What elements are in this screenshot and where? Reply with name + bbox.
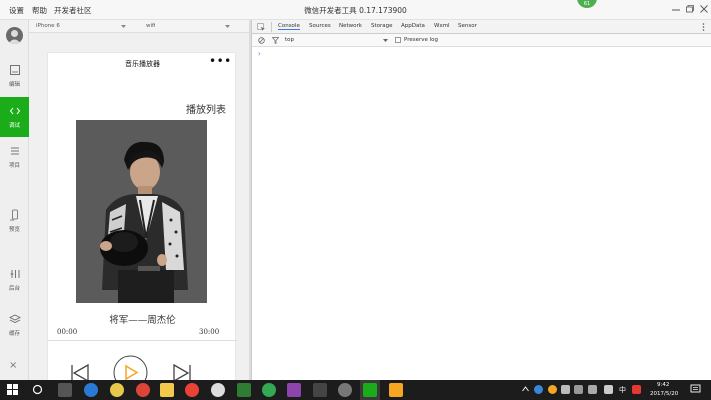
device-select[interactable]: iPhone 6 — [36, 23, 60, 29]
tab-console[interactable]: Console — [278, 23, 300, 30]
layers-icon — [8, 314, 21, 323]
chevron-down-icon — [121, 25, 126, 28]
chrome-app-icon[interactable] — [136, 383, 150, 397]
sidebar: 编辑 调试 项目 预览 后台 缓存 × — [0, 20, 29, 380]
keyboard-icon[interactable] — [604, 385, 613, 394]
sidebar-item-cache[interactable]: 缓存 — [0, 305, 29, 345]
clock-time[interactable]: 9:42 — [657, 382, 669, 388]
tray-app-icon-3[interactable] — [561, 385, 570, 394]
tray-chevron-up-icon[interactable] — [522, 386, 529, 392]
app-icon[interactable] — [287, 383, 301, 397]
tab-sources[interactable]: Sources — [309, 23, 331, 29]
music-app-icon[interactable] — [110, 383, 124, 397]
total-time: 30:00 — [199, 328, 220, 336]
ime-app-icon[interactable] — [632, 385, 641, 394]
sidebar-item-backend[interactable]: 后台 — [0, 260, 29, 300]
volume-icon[interactable] — [588, 385, 597, 394]
debug-icon — [9, 107, 20, 115]
taskview-app-icon[interactable] — [58, 383, 72, 397]
sidebar-item-label: 项目 — [8, 163, 20, 169]
current-time: 00:00 — [57, 328, 78, 336]
restore-icon[interactable] — [685, 4, 695, 14]
console-prompt[interactable]: › — [258, 50, 261, 58]
backend-icon — [10, 270, 19, 278]
device-bar: iPhone 6 wifi — [29, 20, 251, 33]
simulator-panel: iPhone 6 wifi 音乐播放器 ••• 播放列表 将军——周杰伦 00:… — [29, 20, 251, 400]
sidebar-item-project[interactable]: 项目 — [0, 137, 29, 177]
phone-screen: 音乐播放器 ••• 播放列表 将军——周杰伦 00:00 30:00 — [47, 52, 237, 400]
sublime-app-icon[interactable] — [389, 383, 403, 397]
wechat-devtools-app-icon[interactable] — [363, 383, 377, 397]
devtools-tabbar: Console Sources Network Storage AppData … — [252, 20, 711, 34]
minimize-icon[interactable] — [671, 4, 681, 14]
project-list-icon — [10, 147, 19, 155]
tab-appdata[interactable]: AppData — [401, 23, 425, 29]
divider — [271, 22, 272, 32]
inspect-element-icon[interactable] — [257, 23, 265, 31]
devtools-panel: Console Sources Network Storage AppData … — [251, 20, 711, 380]
network-icon[interactable] — [574, 385, 583, 394]
tab-network[interactable]: Network — [339, 23, 362, 29]
more-menu-icon[interactable]: ••• — [209, 54, 232, 68]
avatar[interactable] — [6, 27, 23, 44]
close-icon[interactable] — [699, 4, 709, 14]
video-app-icon[interactable] — [313, 383, 327, 397]
chevron-down-icon — [383, 39, 388, 42]
title-bar: 设置 帮助 开发者社区 微信开发者工具 0.17.173900 61 — [0, 0, 711, 20]
tab-sensor[interactable]: Sensor — [458, 23, 477, 29]
playlist-link[interactable]: 播放列表 — [186, 101, 226, 116]
taskbar: 中 9:42 2017/5/20 — [0, 380, 711, 400]
tab-wxml[interactable]: Wxml — [434, 23, 450, 29]
search-icon[interactable] — [32, 384, 43, 395]
wechat-app-icon[interactable] — [237, 383, 251, 397]
file-explorer-icon[interactable] — [160, 383, 174, 397]
more-options-icon[interactable] — [702, 23, 705, 31]
chrome-app-icon-3[interactable] — [262, 383, 276, 397]
album-cover — [76, 120, 207, 303]
tray-app-icon-2[interactable] — [548, 385, 557, 394]
context-select[interactable]: top — [285, 37, 294, 43]
sidebar-item-debug[interactable]: 调试 — [0, 97, 29, 137]
preserve-log-label: Preserve log — [404, 37, 439, 43]
code-file-icon — [9, 65, 20, 75]
clock-date[interactable]: 2017/5/20 — [650, 391, 678, 397]
browser-app-icon[interactable] — [84, 383, 98, 397]
tab-storage[interactable]: Storage — [371, 23, 393, 29]
sidebar-item-label: 编辑 — [8, 82, 20, 88]
ai-app-icon[interactable] — [338, 383, 352, 397]
tray-app-icon[interactable] — [534, 385, 543, 394]
preserve-log-checkbox[interactable] — [395, 37, 401, 43]
sidebar-item-label: 预览 — [8, 227, 20, 233]
qq-app-icon[interactable] — [211, 383, 225, 397]
windows-start-icon[interactable] — [7, 384, 18, 395]
sidebar-item-editor[interactable]: 编辑 — [0, 56, 29, 96]
clear-console-icon[interactable] — [258, 37, 265, 44]
app-title: 微信开发者工具 0.17.173900 — [304, 6, 407, 15]
sidebar-item-label: 后台 — [8, 286, 20, 292]
song-title: 将军——周杰伦 — [109, 315, 176, 326]
close-sidebar-icon[interactable]: × — [9, 360, 17, 371]
sidebar-item-preview[interactable]: 预览 — [0, 201, 29, 241]
ime-indicator[interactable]: 中 — [619, 385, 626, 395]
notification-center-icon[interactable] — [690, 384, 701, 395]
sidebar-item-label: 缓存 — [8, 331, 20, 337]
phone-preview-icon — [9, 209, 18, 221]
progress-bar[interactable] — [48, 340, 237, 341]
chrome-app-icon-2[interactable] — [185, 383, 199, 397]
sidebar-item-label: 调试 — [8, 123, 20, 129]
filter-icon[interactable] — [272, 37, 279, 44]
console-toolbar: top Preserve log — [252, 34, 711, 47]
chevron-down-icon — [225, 25, 230, 28]
network-select[interactable]: wifi — [146, 23, 156, 29]
